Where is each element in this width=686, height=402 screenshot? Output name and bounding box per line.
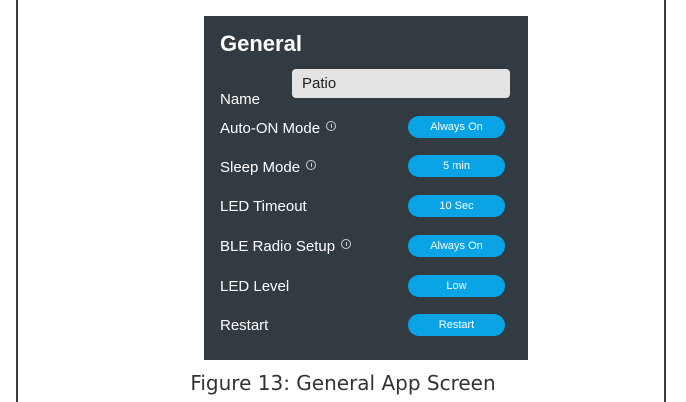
general-settings-panel: General Name Auto-ON Mode Always On Slee… xyxy=(204,16,528,360)
led-timeout-label: LED Timeout xyxy=(220,198,307,215)
led-level-button[interactable]: Low xyxy=(408,275,505,297)
name-input[interactable] xyxy=(292,69,510,98)
auto-on-mode-button[interactable]: Always On xyxy=(408,116,505,138)
sleep-mode-text: Sleep Mode xyxy=(220,159,301,176)
panel-title: General xyxy=(220,31,302,56)
info-icon[interactable] xyxy=(326,121,337,131)
restart-button[interactable]: Restart xyxy=(408,314,505,336)
sleep-mode-label: Sleep Mode xyxy=(220,159,317,177)
auto-on-mode-text: Auto-ON Mode xyxy=(220,120,321,137)
led-timeout-button[interactable]: 10 Sec xyxy=(408,195,505,217)
restart-label: Restart xyxy=(220,317,269,334)
sleep-mode-button[interactable]: 5 min xyxy=(408,155,505,177)
ble-radio-setup-button[interactable]: Always On xyxy=(408,235,505,257)
figure-frame: General Name Auto-ON Mode Always On Slee… xyxy=(16,0,666,402)
led-level-label: LED Level xyxy=(220,278,290,295)
name-label: Name xyxy=(220,91,261,108)
auto-on-mode-label: Auto-ON Mode xyxy=(220,120,337,138)
info-icon[interactable] xyxy=(306,160,317,170)
figure-caption: Figure 13: General App Screen xyxy=(190,371,496,395)
info-icon[interactable] xyxy=(341,239,352,249)
ble-radio-setup-text: BLE Radio Setup xyxy=(220,238,336,255)
ble-radio-setup-label: BLE Radio Setup xyxy=(220,238,352,256)
